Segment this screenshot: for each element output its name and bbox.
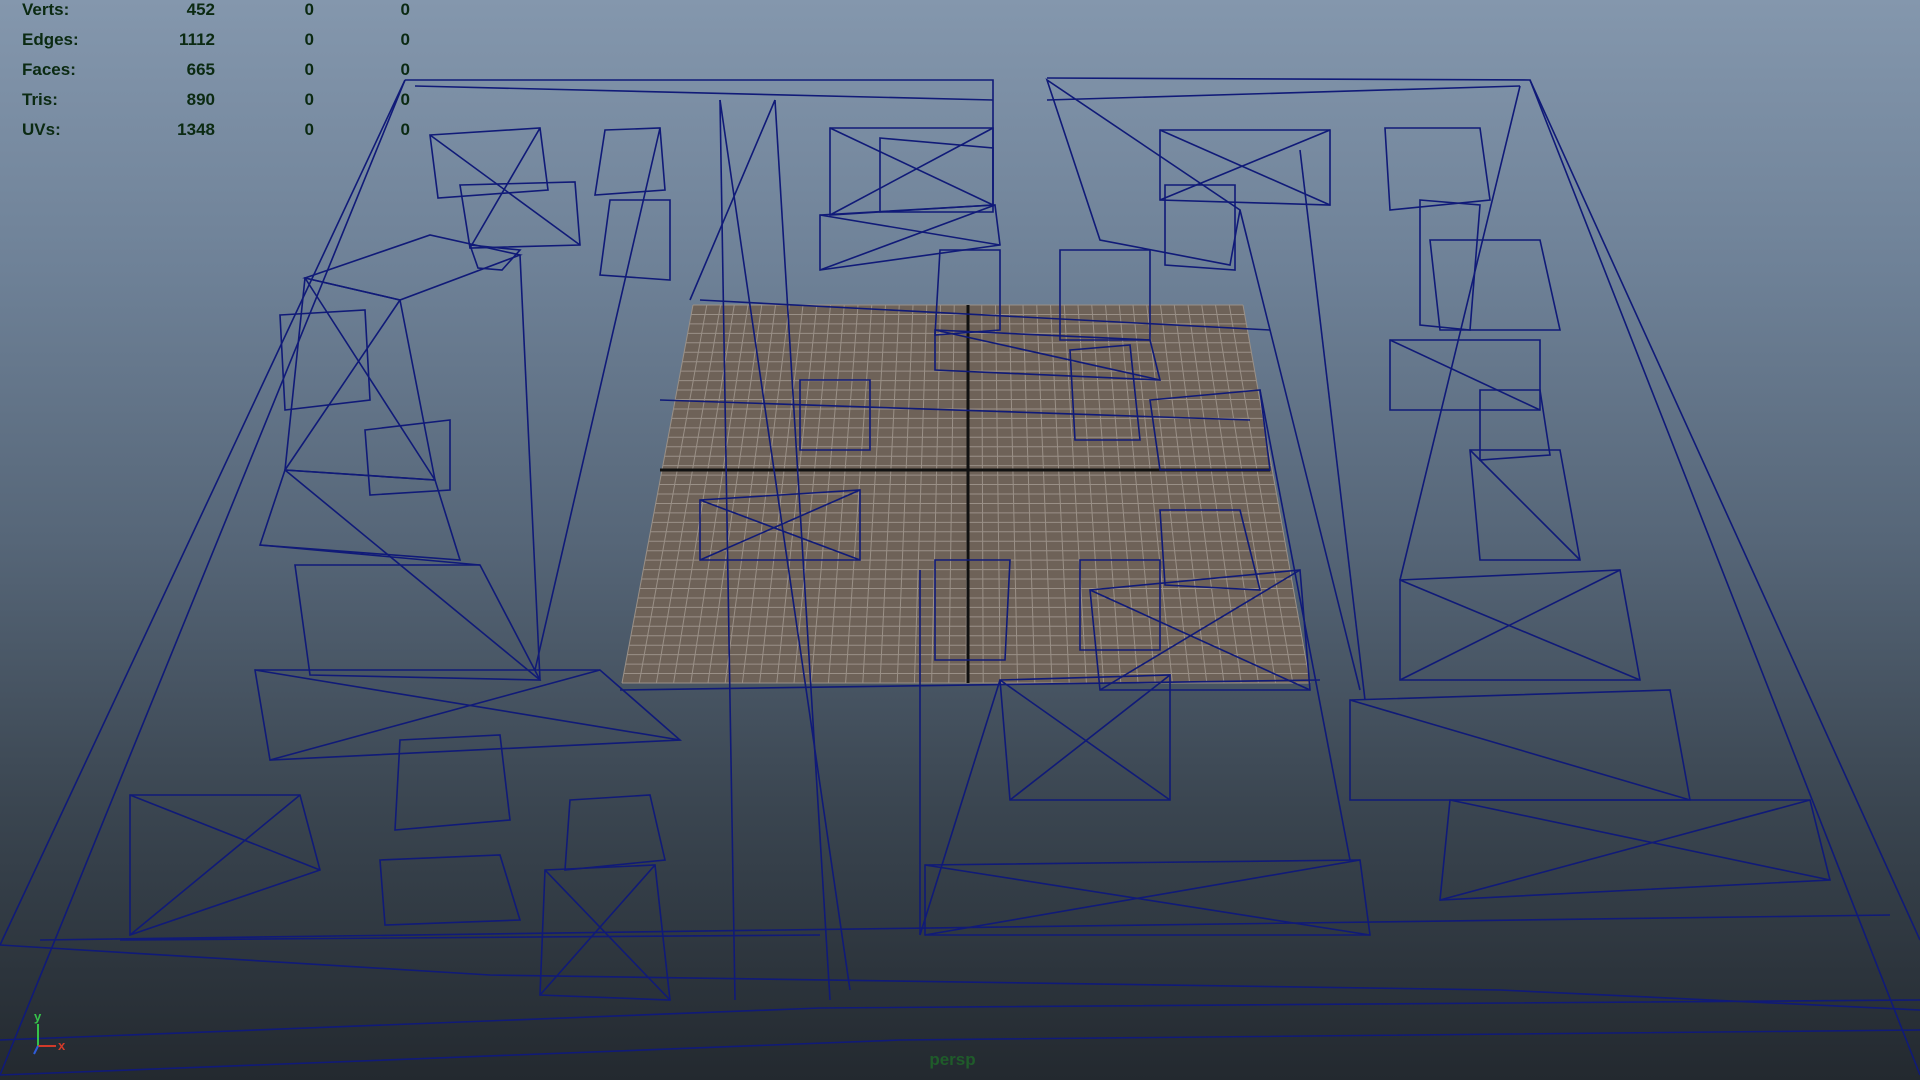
hud-label: Faces: <box>22 60 76 79</box>
perspective-viewport[interactable]: Verts: 452 0 0 Edges: 1112 0 0 Faces: 66… <box>0 0 1920 1080</box>
hud-label: UVs: <box>22 120 61 139</box>
hud-value: 0 <box>400 90 410 109</box>
hud-value: 0 <box>304 120 314 139</box>
hud-value: 452 <box>186 0 215 19</box>
hud-row-uvs: UVs: 1348 0 0 <box>22 120 410 150</box>
camera-name-label: persp <box>929 1050 976 1069</box>
y-axis-label: y <box>34 1009 42 1024</box>
hud-value: 0 <box>304 90 314 109</box>
hud-value: 0 <box>400 30 410 49</box>
hud-value: 0 <box>400 120 410 139</box>
hud-value: 1348 <box>177 120 215 139</box>
hud-row-edges: Edges: 1112 0 0 <box>22 30 410 60</box>
hud-row-faces: Faces: 665 0 0 <box>22 60 410 90</box>
hud-value: 890 <box>186 90 215 109</box>
hud-label: Tris: <box>22 90 58 109</box>
hud-row-verts: Verts: 452 0 0 <box>22 0 410 30</box>
hud-value: 1112 <box>179 30 215 49</box>
scene-canvas[interactable] <box>0 0 1920 1080</box>
hud-row-tris: Tris: 890 0 0 <box>22 90 410 120</box>
poly-count-hud: Verts: 452 0 0 Edges: 1112 0 0 Faces: 66… <box>22 0 410 150</box>
hud-label: Verts: <box>22 0 70 19</box>
hud-value: 665 <box>186 60 215 79</box>
hud-value: 0 <box>400 0 410 19</box>
hud-value: 0 <box>304 0 314 19</box>
hud-label: Edges: <box>22 30 79 49</box>
hud-value: 0 <box>304 30 314 49</box>
hud-value: 0 <box>400 60 410 79</box>
hud-value: 0 <box>304 60 314 79</box>
